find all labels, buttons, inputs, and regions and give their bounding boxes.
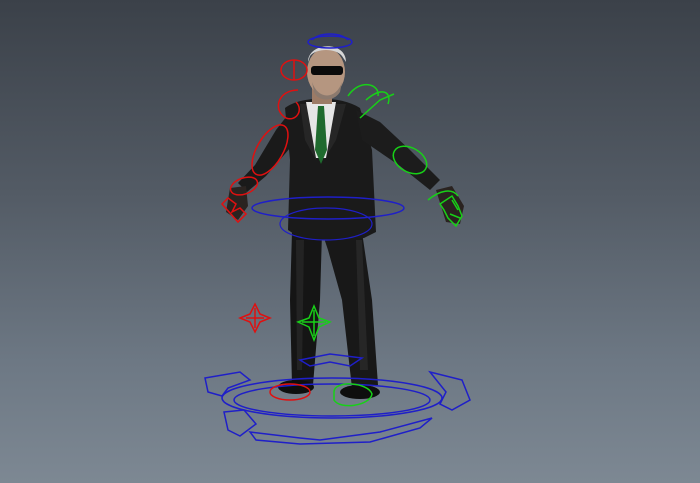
character-model[interactable] <box>226 46 464 399</box>
left-foot-ik-control[interactable] <box>237 302 273 334</box>
viewport-canvas[interactable] <box>0 0 700 483</box>
left-shoe <box>278 380 314 394</box>
sunglasses <box>311 66 343 75</box>
world-root-control[interactable] <box>204 353 471 445</box>
right-shoe <box>340 385 380 399</box>
right-leg <box>322 232 378 388</box>
arm-screen-left <box>238 112 290 192</box>
head-control-arrows[interactable] <box>311 33 349 41</box>
3d-viewport[interactable] <box>0 0 700 483</box>
center-controls[interactable] <box>204 33 471 445</box>
left-leg <box>290 232 322 385</box>
